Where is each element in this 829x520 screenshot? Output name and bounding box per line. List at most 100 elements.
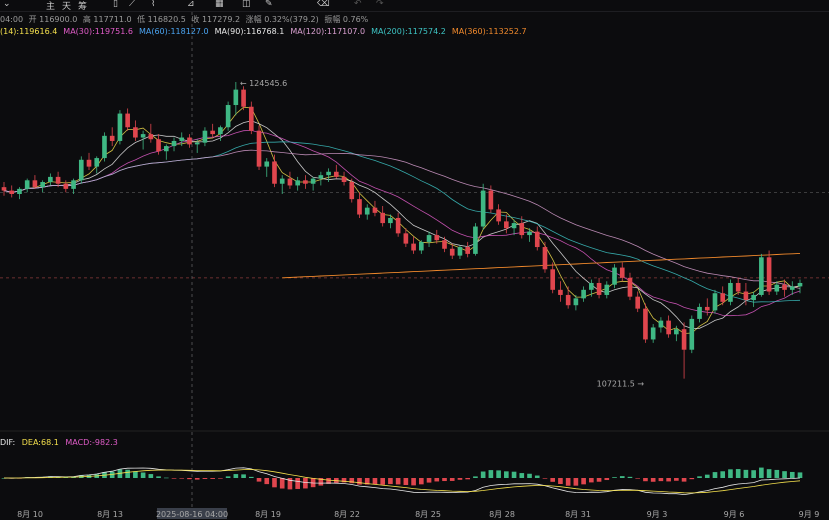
macd-bar	[720, 471, 726, 478]
dea-line	[4, 469, 801, 494]
candle-body	[488, 190, 494, 210]
macd-bar	[735, 469, 741, 478]
macd-bar	[403, 478, 409, 486]
candle-body	[697, 306, 702, 319]
candle-body	[689, 318, 695, 350]
candle-body	[86, 159, 92, 167]
macd-bar	[681, 478, 687, 482]
macd-bar	[156, 476, 161, 478]
candle-body	[1, 187, 7, 191]
macd-bar	[504, 471, 509, 478]
candle-body	[527, 231, 532, 236]
candle-body	[426, 235, 432, 242]
macd-bar	[712, 472, 718, 478]
macd-bar	[395, 478, 401, 485]
macd-bar	[650, 478, 656, 482]
candle-body	[442, 240, 447, 249]
candle-body	[310, 178, 316, 184]
macd-bar	[581, 478, 586, 485]
candle-body	[473, 226, 478, 254]
macd-bar	[589, 478, 594, 483]
low-label: 107211.5 →	[597, 380, 645, 389]
candle-body	[102, 135, 107, 159]
candle-body	[704, 306, 710, 311]
macd-bar	[666, 478, 671, 482]
candle-body	[650, 327, 656, 340]
candle-body	[303, 180, 308, 184]
candle-body	[94, 158, 100, 167]
candle-body	[434, 235, 440, 241]
candle-body	[720, 293, 726, 302]
ma-line	[3, 129, 801, 317]
candle-body	[635, 296, 641, 309]
macd-bar	[241, 474, 246, 478]
macd-bar	[627, 476, 633, 478]
candle-body	[550, 269, 556, 290]
candle-body	[797, 282, 803, 287]
candle-body	[333, 171, 339, 177]
dif-line	[3, 467, 801, 496]
candle-body	[581, 289, 586, 299]
macd-bar	[419, 478, 424, 485]
candle-body	[179, 137, 185, 141]
candle-body	[789, 286, 795, 290]
macd-bar	[573, 478, 579, 486]
candle-body	[759, 257, 764, 295]
candle-body	[681, 329, 687, 350]
macd-bar	[797, 472, 803, 478]
x-axis-label: 2025-08-16 04:00	[156, 510, 228, 519]
candle-body	[589, 282, 594, 290]
candle-body	[480, 190, 486, 227]
candle-body	[287, 178, 293, 186]
macd-bar	[465, 478, 471, 480]
candle-body	[63, 183, 69, 189]
candle-body	[17, 188, 22, 194]
macd-bar	[303, 478, 308, 489]
candle-body	[272, 161, 277, 184]
candle-body	[643, 308, 648, 340]
candle-body	[210, 130, 215, 135]
macd-bar	[194, 478, 200, 480]
macd-bar	[163, 477, 169, 479]
candle-body	[573, 298, 579, 306]
macd-bar	[449, 478, 455, 481]
macd-bar	[279, 478, 285, 489]
macd-bar	[388, 478, 393, 485]
candle-body	[419, 241, 424, 251]
candle-body	[78, 159, 84, 181]
candle-body	[565, 294, 571, 306]
macd-dif: DIF:	[0, 438, 16, 447]
high-label: ← 124545.6	[240, 79, 287, 88]
x-axis-label: 8月 25	[415, 510, 441, 519]
macd-bar	[619, 476, 625, 478]
macd-bar	[480, 471, 486, 478]
candle-body	[612, 267, 617, 285]
candle-body	[496, 209, 501, 222]
macd-bar	[604, 478, 610, 481]
candle-body	[357, 199, 362, 215]
ma-line	[3, 106, 801, 334]
candle-body	[403, 233, 409, 244]
macd-bar	[689, 478, 695, 480]
macd-bar	[697, 476, 702, 478]
macd-bar	[766, 469, 772, 478]
macd-bar	[496, 470, 501, 478]
macd-bar	[202, 478, 208, 479]
macd-bar	[473, 476, 478, 478]
macd-bar	[751, 470, 756, 478]
macd-bar	[210, 478, 215, 479]
macd-bar	[674, 478, 679, 481]
price-chart[interactable]: ← 124545.6 107211.5 → 8月 10 8月 13 2025-08-16…	[0, 0, 829, 520]
candle-body	[465, 247, 471, 254]
macd-bar	[658, 478, 664, 482]
candle-body	[619, 267, 625, 278]
candle-body	[457, 247, 463, 256]
candle-body	[627, 277, 633, 297]
candle-body	[133, 127, 138, 138]
x-axis-label: 8月 13	[97, 510, 123, 519]
macd-bar	[550, 478, 556, 482]
candle-body	[364, 207, 370, 215]
candle-body	[604, 284, 610, 295]
macd-bar	[372, 478, 378, 485]
candle-body	[40, 182, 45, 188]
